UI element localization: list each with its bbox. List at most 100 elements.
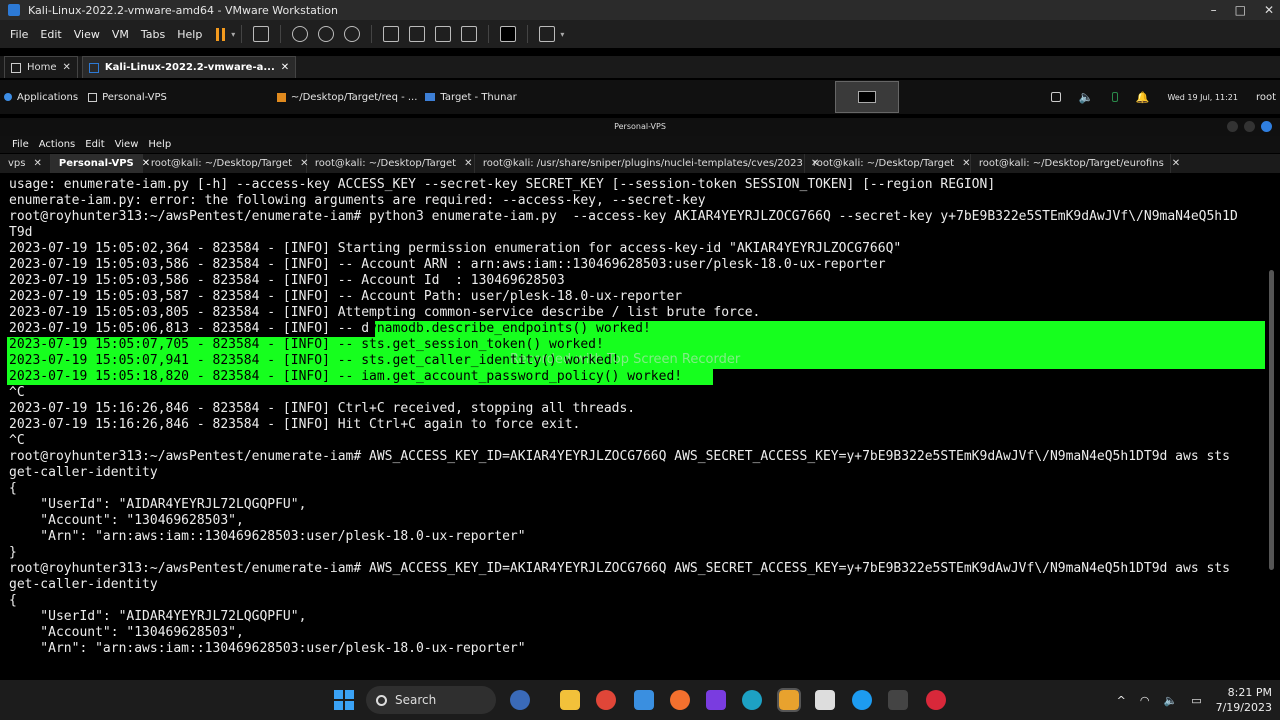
maximize-button[interactable] [1244, 121, 1255, 132]
close-icon[interactable]: ✕ [281, 62, 289, 73]
tab-label: Personal-VPS [58, 158, 134, 169]
menu-vm[interactable]: VM [106, 28, 135, 41]
terminal-line: "UserId": "AIDAR4YEYRJL72LQGQPFU", [9, 609, 307, 624]
minimize-button[interactable] [1227, 121, 1238, 132]
start-icon[interactable] [334, 690, 354, 710]
full-screen-icon[interactable] [435, 26, 452, 42]
volume-icon[interactable]: 🔈 [1163, 694, 1177, 707]
tab-kali-vm[interactable]: Kali-Linux-2022.2-vmware-a... ✕ [81, 56, 297, 78]
terminal-tab[interactable]: root@kali: ~/Desktop/Target ✕ [805, 154, 971, 173]
pause-icon[interactable] [216, 27, 226, 41]
panel-user[interactable]: root [1256, 92, 1276, 103]
chrome-icon[interactable] [596, 690, 616, 710]
close-button[interactable]: ✕ [1264, 3, 1274, 17]
menu-file[interactable]: File [8, 139, 33, 150]
windows-taskbar: Search ^ ◠ 🔈 ▭ 8:21 PM 7/19/2023 [0, 680, 1280, 720]
console-view-icon[interactable] [500, 26, 517, 42]
close-button[interactable] [1261, 121, 1272, 132]
battery-icon[interactable]: ▭ [1191, 694, 1201, 707]
vmware-tab-bar: Home ✕ Kali-Linux-2022.2-vmware-a... ✕ [0, 56, 1280, 78]
edge-icon[interactable] [742, 690, 762, 710]
send-ctrl-alt-del-icon[interactable] [253, 26, 270, 42]
tab-label: root@kali: ~/Desktop/Target [150, 158, 293, 169]
close-icon[interactable]: ✕ [63, 62, 71, 73]
battery-icon[interactable] [1111, 92, 1118, 102]
toolbar-separator [371, 25, 373, 43]
terminal-line: { [9, 481, 17, 496]
snapshot-icon[interactable] [292, 26, 309, 42]
task-personal-vps[interactable]: Personal-VPS [88, 92, 167, 103]
menu-help[interactable]: Help [144, 139, 175, 150]
terminal-scrollbar[interactable] [1269, 270, 1274, 570]
applications-menu[interactable]: Applications [4, 92, 78, 103]
terminal-tab[interactable]: root@kali: ~/Desktop/Target/eurofins ✕ [971, 154, 1180, 173]
revert-snapshot-icon[interactable] [318, 26, 335, 42]
display-icon[interactable] [1050, 92, 1061, 102]
close-icon[interactable]: ✕ [1172, 158, 1180, 169]
terminal-tab-active[interactable]: Personal-VPS ✕ [50, 154, 150, 173]
toolbar-separator [527, 25, 529, 43]
toolbar-separator [488, 25, 490, 43]
tab-home[interactable]: Home ✕ [4, 56, 78, 78]
terminal-line: 2023-07-19 15:05:02,364 - 823584 - [INFO… [9, 241, 902, 256]
stretch-guest-icon[interactable] [539, 26, 556, 42]
menu-edit[interactable]: Edit [81, 139, 108, 150]
toolbar-separator [280, 25, 282, 43]
volume-icon[interactable]: 🔈 [1079, 90, 1094, 104]
taskbar-clock[interactable]: 8:21 PM 7/19/2023 [1216, 685, 1272, 715]
close-icon[interactable]: ✕ [464, 158, 472, 169]
maximize-button[interactable]: □ [1235, 3, 1246, 17]
menu-view[interactable]: View [111, 139, 143, 150]
file-explorer-icon[interactable] [560, 690, 580, 710]
terminal-output[interactable]: Recorded with Top Screen Recorder usage:… [0, 175, 1280, 678]
terminal-line: 2023-07-19 15:05:18,820 - 823584 - [INFO… [9, 369, 683, 384]
recorder-icon[interactable] [926, 690, 946, 710]
terminal-tab[interactable]: vps ✕ [0, 154, 51, 173]
terminal-line: "UserId": "AIDAR4YEYRJL72LQGQPFU", [9, 497, 307, 512]
terminal-line: usage: enumerate-iam.py [-h] --access-ke… [9, 177, 996, 192]
tab-label: root@kali: ~/Desktop/Target/eurofins [978, 158, 1164, 169]
terminal-icon[interactable] [888, 690, 908, 710]
menu-actions[interactable]: Actions [35, 139, 80, 150]
widgets-icon[interactable] [510, 690, 530, 710]
chevron-down-icon[interactable]: ▾ [560, 30, 564, 39]
menu-tabs[interactable]: Tabs [135, 28, 171, 41]
terminal-tab[interactable]: root@kali: ~/Desktop/Target ✕ [143, 154, 308, 173]
terminal-line: 2023-07-19 15:05:07,705 - 823584 - [INFO… [9, 337, 604, 352]
notification-bell-icon[interactable]: 🔔 [1136, 91, 1150, 104]
terminal-line: T9d [9, 225, 33, 240]
terminal-tab[interactable]: root@kali: /usr/share/sniper/plugins/nuc… [475, 154, 819, 173]
close-icon[interactable]: ✕ [33, 158, 41, 169]
window-controls: – □ ✕ [1211, 0, 1274, 20]
taskbar-search[interactable]: Search [366, 686, 496, 714]
menu-edit[interactable]: Edit [34, 28, 67, 41]
obsidian-icon[interactable] [706, 690, 726, 710]
terminal-line: 2023-07-19 15:05:03,587 - 823584 - [INFO… [9, 289, 683, 304]
vmware-icon[interactable] [777, 688, 801, 712]
wifi-icon[interactable]: ◠ [1140, 694, 1150, 707]
close-icon[interactable]: ✕ [962, 158, 970, 169]
menu-help[interactable]: Help [171, 28, 208, 41]
minimize-button[interactable]: – [1211, 3, 1217, 17]
notepad-icon[interactable] [634, 690, 654, 710]
snapshot-manager-icon[interactable] [344, 26, 361, 42]
workspace-switcher[interactable] [835, 81, 899, 113]
terminal-line: "Account": "130469628503", [9, 513, 244, 528]
thumbnail-bar-icon[interactable] [409, 26, 426, 42]
task-thunar[interactable]: Target - Thunar [425, 92, 517, 103]
menu-view[interactable]: View [68, 28, 106, 41]
chevron-down-icon[interactable]: ▾ [231, 30, 235, 39]
chevron-up-icon[interactable]: ^ [1117, 694, 1126, 707]
vm-icon [88, 62, 99, 73]
terminal-line: 2023-07-19 15:16:26,846 - 823584 - [INFO… [9, 417, 581, 432]
task-editor[interactable]: ~/Desktop/Target/req - ... [276, 92, 417, 103]
burp-icon[interactable] [815, 690, 835, 710]
panel-datetime[interactable]: Wed 19 Jul, 11:21 [1167, 93, 1238, 102]
show-library-icon[interactable] [383, 26, 400, 42]
unity-icon[interactable] [461, 26, 478, 42]
twitter-icon[interactable] [852, 690, 872, 710]
firefox-icon[interactable] [670, 690, 690, 710]
terminal-icon [88, 92, 98, 102]
terminal-tab[interactable]: root@kali: ~/Desktop/Target ✕ [307, 154, 475, 173]
menu-file[interactable]: File [4, 28, 34, 41]
